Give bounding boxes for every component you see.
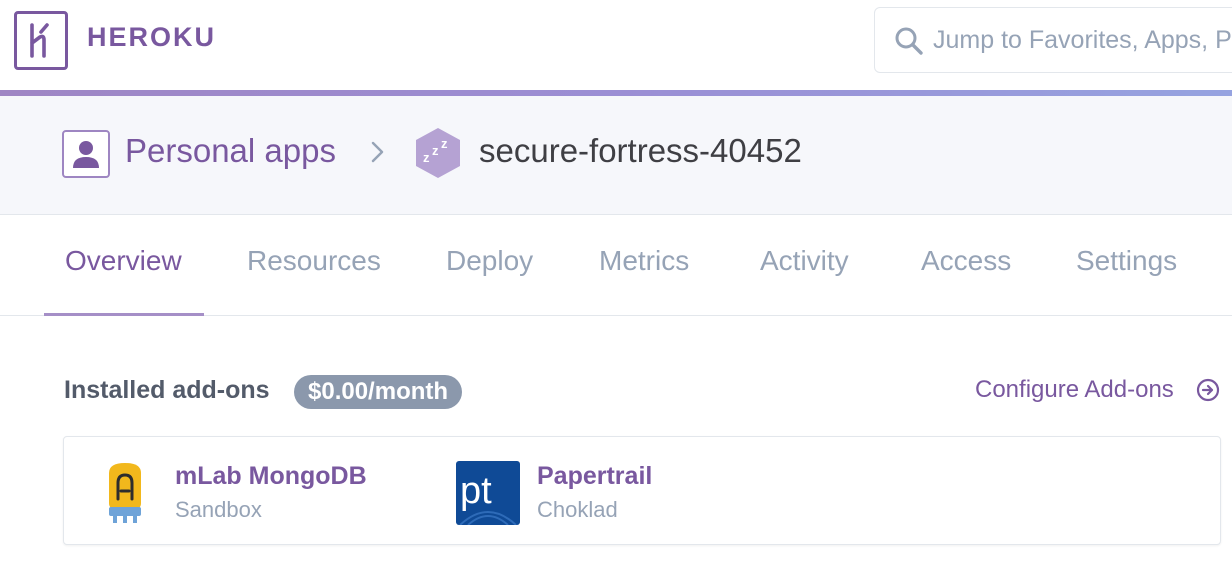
addon-papertrail[interactable]: pt Papertrail Choklad [456, 437, 786, 544]
tab-metrics[interactable]: Metrics [599, 245, 689, 277]
addons-card: mLab MongoDB Sandbox pt Papertrail Chokl… [63, 436, 1221, 545]
sleeping-app-icon: z z z [416, 128, 460, 178]
arrow-circle-right-icon[interactable] [1196, 378, 1220, 402]
svg-text:z: z [432, 143, 439, 158]
search-icon [895, 27, 923, 55]
tab-settings[interactable]: Settings [1076, 245, 1177, 277]
breadcrumb-personal-apps[interactable]: Personal apps [125, 132, 336, 170]
svg-text:z: z [423, 150, 430, 165]
search-input[interactable] [933, 22, 1232, 58]
chevron-right-icon [371, 141, 384, 163]
tab-deploy[interactable]: Deploy [446, 245, 533, 277]
installed-addons-heading: Installed add-ons [64, 376, 270, 404]
papertrail-icon: pt [456, 461, 520, 525]
app-header: Personal apps z z z secure-fortress-4045… [0, 96, 1232, 215]
top-navbar: HEROKU [0, 0, 1232, 92]
mlab-mongodb-icon [109, 463, 141, 523]
active-tab-indicator [44, 313, 204, 316]
heroku-logo-icon[interactable] [14, 11, 68, 70]
svg-text:z: z [441, 136, 448, 151]
app-name: secure-fortress-40452 [479, 132, 802, 169]
addon-name: mLab MongoDB [175, 462, 367, 490]
addon-plan: Sandbox [175, 497, 262, 522]
addons-price-badge: $0.00/month [294, 375, 463, 409]
tab-overview[interactable]: Overview [65, 245, 182, 277]
addon-plan: Choklad [537, 497, 618, 522]
configure-addons-link[interactable]: Configure Add-ons [975, 376, 1174, 404]
tab-resources[interactable]: Resources [247, 245, 381, 277]
svg-text:pt: pt [460, 470, 492, 512]
app-tabs: Overview Resources Deploy Metrics Activi… [0, 215, 1232, 316]
brand-name[interactable]: HEROKU [87, 22, 216, 53]
addon-name: Papertrail [537, 462, 653, 490]
addon-mlab-mongodb[interactable]: mLab MongoDB Sandbox [104, 437, 434, 544]
tab-access[interactable]: Access [921, 245, 1011, 277]
search-box[interactable] [874, 7, 1232, 73]
tab-activity[interactable]: Activity [760, 245, 849, 277]
personal-user-icon [62, 130, 110, 178]
